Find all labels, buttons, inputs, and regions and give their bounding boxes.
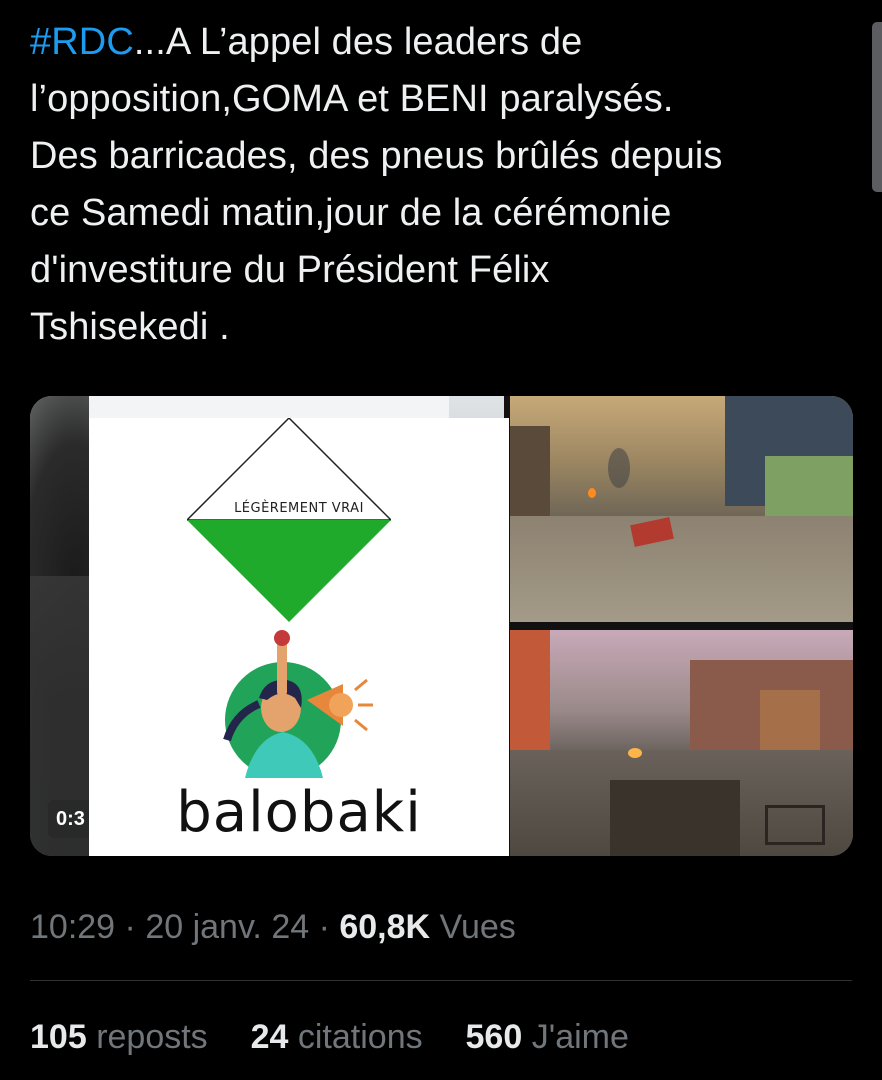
fact-check-card: LÉGÈREMENT VRAI balobaki xyxy=(89,396,509,856)
verdict-diamond-icon xyxy=(187,418,391,622)
tweet-time[interactable]: 10:29 xyxy=(30,908,115,946)
photo-street-barricade-2[interactable] xyxy=(510,630,853,856)
media-grid[interactable]: 0:3 LÉGÈREMENT VRAI balobaki xyxy=(30,396,853,856)
divider xyxy=(30,980,852,981)
tweet-body: ...A L’appel des leaders de l’opposition… xyxy=(30,21,723,348)
likes-stat[interactable]: 560 J'aime xyxy=(466,1018,629,1056)
tweet-text: #RDC...A L’appel des leaders de l’opposi… xyxy=(30,14,860,356)
scrollbar-thumb[interactable] xyxy=(872,22,882,192)
views-count: 60,8K xyxy=(339,908,431,946)
engagement-stats: 105 reposts 24 citations 560 J'aime xyxy=(30,1018,629,1057)
megaphone-woman-logo-icon xyxy=(223,630,373,778)
photo-street-barricade-1[interactable] xyxy=(510,396,853,622)
tweet-meta: 10:29 · 20 janv. 24 · 60,8K Vues xyxy=(30,908,516,946)
brand-wordmark: balobaki xyxy=(176,780,422,845)
hashtag-link[interactable]: #RDC xyxy=(30,21,134,63)
video-duration-badge: 0:3 xyxy=(48,800,93,838)
verdict-label: LÉGÈREMENT VRAI xyxy=(234,501,364,516)
views-label: Vues xyxy=(439,908,516,946)
quotes-stat[interactable]: 24 citations xyxy=(251,1018,423,1056)
tweet-date[interactable]: 20 janv. 24 xyxy=(145,908,309,946)
reposts-stat[interactable]: 105 reposts xyxy=(30,1018,208,1056)
